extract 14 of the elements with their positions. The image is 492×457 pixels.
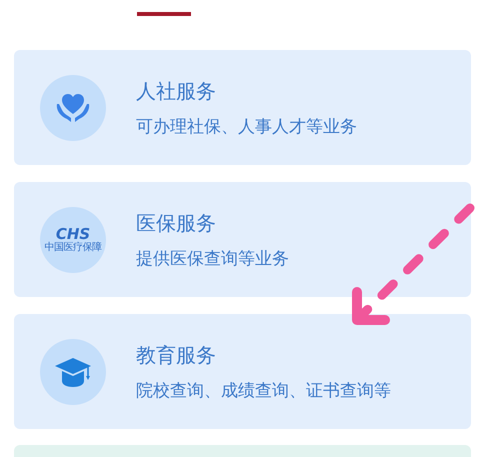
service-title: 人社服务 [136,78,217,104]
logo-text: CHS [56,226,90,242]
service-title: 教育服务 [136,342,217,368]
heart-hands-icon [55,92,91,124]
service-card[interactable]: CHS 中国医疗保障 医保服务 提供医保查询等业务 [14,182,471,297]
service-description: 院校查询、成绩查询、证书查询等 [136,380,391,402]
tab-indicator [137,12,191,16]
logo-caption: 中国医疗保障 [44,242,102,252]
graduation-cap-icon [53,356,93,388]
service-card[interactable]: 教育服务 院校查询、成绩查询、证书查询等 [14,314,471,429]
service-card[interactable]: 人社服务 可办理社保、人事人才等业务 [14,50,471,165]
service-description: 提供医保查询等业务 [136,248,289,270]
service-title: 医保服务 [136,210,217,236]
service-description: 可办理社保、人事人才等业务 [136,116,357,138]
